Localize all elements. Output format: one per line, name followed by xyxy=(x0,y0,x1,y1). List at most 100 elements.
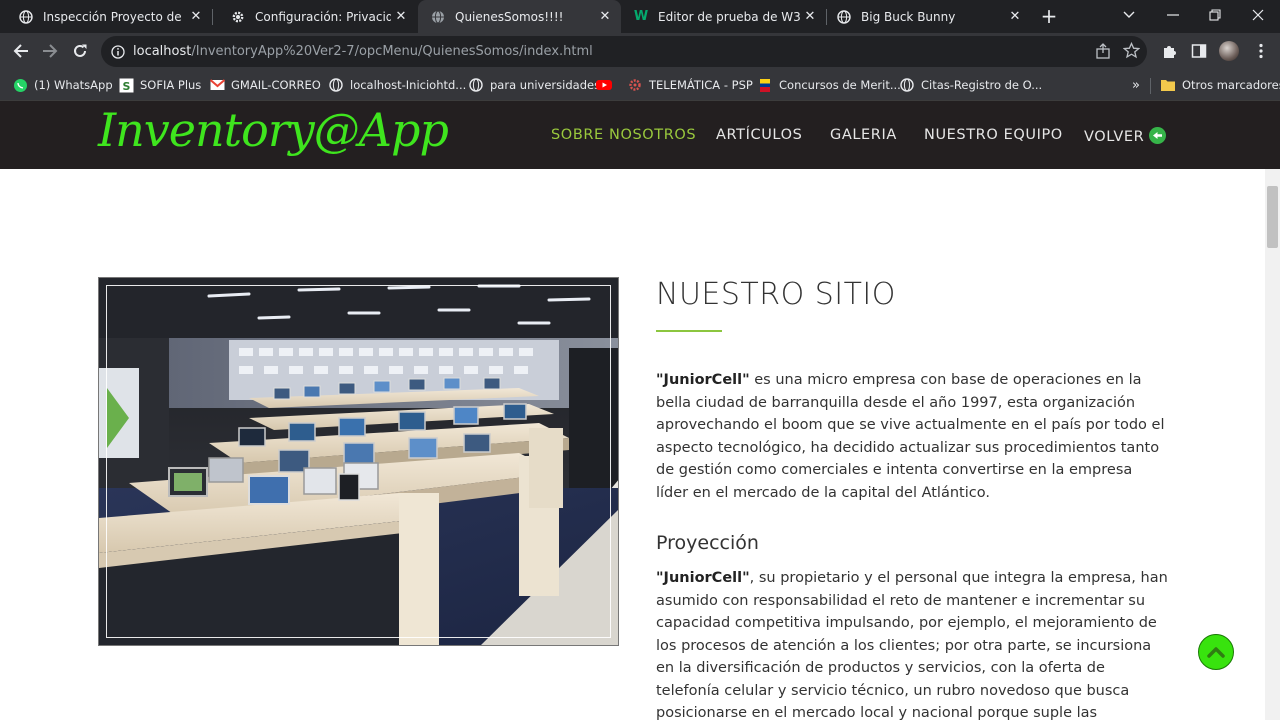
gmail-icon xyxy=(209,77,225,93)
avatar xyxy=(1219,41,1239,61)
tab-title: Editor de prueba de W3Scho xyxy=(658,9,800,24)
bookmarks-bar: (1) WhatsApp S SOFIA Plus GMAIL-CORREO l… xyxy=(0,70,1280,101)
gear-red-icon xyxy=(627,77,643,93)
info-icon[interactable] xyxy=(111,44,125,59)
globe-icon xyxy=(468,77,484,93)
bookmark-sofia[interactable]: S SOFIA Plus xyxy=(118,76,201,94)
bookmark-whatsapp[interactable]: (1) WhatsApp xyxy=(12,76,113,94)
new-tab-button[interactable]: + xyxy=(1038,6,1060,28)
back-button[interactable] xyxy=(8,38,34,64)
bookmark-label: (1) WhatsApp xyxy=(34,78,113,92)
profile-avatar[interactable] xyxy=(1216,38,1242,64)
tab-title: Configuración: Privacidad y s xyxy=(255,9,391,24)
nav-sobre-nosotros[interactable]: SOBRE NOSOTROS xyxy=(551,127,696,143)
minimize-icon xyxy=(1167,14,1179,16)
close-icon[interactable]: ✕ xyxy=(186,7,206,27)
svg-text:S: S xyxy=(122,80,130,93)
whatsapp-icon xyxy=(12,77,28,93)
subsection-title: Proyección xyxy=(656,532,759,554)
title-underline xyxy=(656,330,722,332)
star-icon[interactable] xyxy=(1123,42,1140,59)
globe-icon xyxy=(836,9,852,25)
tab-title: Big Buck Bunny xyxy=(861,9,956,24)
browser-toolbar: localhost/InventoryApp%20Ver2-7/opcMenu/… xyxy=(0,33,1280,70)
flag-icon xyxy=(757,77,773,93)
sofia-icon: S xyxy=(118,77,134,93)
tab-title: Inspección Proyecto de Form xyxy=(43,9,186,24)
section-title: NUESTRO SITIO xyxy=(656,277,896,312)
bookmark-otros-marcadores[interactable]: Otros marcadores xyxy=(1160,76,1280,94)
url-host: localhost xyxy=(133,44,192,59)
close-icon[interactable]: ✕ xyxy=(391,7,411,27)
bookmark-gmail[interactable]: GMAIL-CORREO xyxy=(209,76,321,94)
globe-icon xyxy=(430,9,446,25)
bookmark-localhost[interactable]: localhost-Iniciohtd... xyxy=(328,76,466,94)
tab-configuracion[interactable]: Configuración: Privacidad y s ✕ xyxy=(212,0,417,33)
tab-w3schools[interactable]: W Editor de prueba de W3Scho ✕ xyxy=(621,0,826,33)
bookmark-label: Citas-Registro de O... xyxy=(921,78,1043,92)
nav-volver[interactable]: VOLVER xyxy=(1084,127,1167,145)
restore-button[interactable] xyxy=(1193,0,1237,30)
tab-inspeccion[interactable]: Inspección Proyecto de Form ✕ xyxy=(0,0,212,33)
side-panel-button[interactable] xyxy=(1186,38,1212,64)
store-photo xyxy=(98,277,619,646)
close-icon xyxy=(1252,9,1264,21)
menu-button[interactable] xyxy=(1248,38,1274,64)
puzzle-icon xyxy=(1164,46,1176,58)
paragraph-intro-text: es una micro empresa con base de operaci… xyxy=(656,372,1165,501)
company-name-bold: "JuniorCell" xyxy=(656,570,750,586)
url-text: localhost/InventoryApp%20Ver2-7/opcMenu/… xyxy=(133,44,593,59)
chevron-up-icon xyxy=(1207,647,1225,658)
nav-volver-label: VOLVER xyxy=(1084,129,1145,145)
bookmark-label: GMAIL-CORREO xyxy=(231,78,321,92)
arrow-right-icon xyxy=(43,44,58,58)
page-scrollbar[interactable] xyxy=(1265,169,1280,720)
nav-galeria[interactable]: GALERIA xyxy=(830,127,897,143)
bookmark-telematica[interactable]: TELEMÁTICA - PSP xyxy=(627,76,753,94)
chevron-down-icon xyxy=(1123,11,1135,18)
share-icon[interactable] xyxy=(1095,43,1111,59)
bookmark-youtube[interactable] xyxy=(596,76,618,94)
side-panel-icon xyxy=(1191,44,1207,58)
nav-articulos[interactable]: ARTÍCULOS xyxy=(716,127,802,143)
bookmark-label: para universidades xyxy=(490,78,601,92)
more-vert-icon xyxy=(1259,43,1263,59)
close-icon[interactable]: ✕ xyxy=(800,7,820,27)
reload-button[interactable] xyxy=(67,38,93,64)
page-content: NUESTRO SITIO "JuniorCell" es una micro … xyxy=(0,169,1265,720)
tab-search-button[interactable] xyxy=(1107,0,1151,30)
bookmark-citas[interactable]: Citas-Registro de O... xyxy=(899,76,1042,94)
folder-icon xyxy=(1160,77,1176,93)
bookmark-label: TELEMÁTICA - PSP xyxy=(649,78,753,92)
tab-big-buck-bunny[interactable]: Big Buck Bunny ✕ xyxy=(826,0,1031,33)
globe-icon xyxy=(328,77,344,93)
back-arrow-icon xyxy=(1149,127,1167,144)
paragraph-intro: "JuniorCell" es una micro empresa con ba… xyxy=(656,369,1168,504)
forward-button[interactable] xyxy=(37,38,63,64)
tab-quienessomos[interactable]: QuienesSomos!!!! ✕ xyxy=(418,0,621,33)
arrow-left-icon xyxy=(13,44,28,58)
scroll-to-top-button[interactable] xyxy=(1198,634,1234,670)
minimize-button[interactable] xyxy=(1151,0,1195,30)
paragraph-proyeccion: "JuniorCell", su propietario y el person… xyxy=(656,567,1168,720)
close-icon[interactable]: ✕ xyxy=(595,7,615,27)
bookmark-concursos[interactable]: Concursos de Merit... xyxy=(757,76,901,94)
extensions-button[interactable] xyxy=(1156,38,1182,64)
close-icon[interactable]: ✕ xyxy=(1005,7,1025,27)
bookmark-universidades[interactable]: para universidades xyxy=(468,76,600,94)
bookmark-label: SOFIA Plus xyxy=(140,78,202,92)
paragraph-proyeccion-text: , su propietario y el personal que integ… xyxy=(656,570,1168,720)
scrollbar-thumb[interactable] xyxy=(1267,186,1278,248)
chevron-double-right-icon: » xyxy=(1132,77,1140,93)
bookmark-divider xyxy=(1150,78,1151,94)
w3schools-icon: W xyxy=(633,9,649,24)
url-path: /InventoryApp%20Ver2-7/opcMenu/QuienesSo… xyxy=(191,44,593,59)
youtube-icon xyxy=(596,77,612,93)
address-bar[interactable]: localhost/InventoryApp%20Ver2-7/opcMenu/… xyxy=(101,36,1147,67)
bookmarks-overflow-button[interactable]: » xyxy=(1132,76,1140,94)
globe-icon xyxy=(899,77,915,93)
site-logo[interactable]: Inventory@App xyxy=(98,103,449,157)
close-window-button[interactable] xyxy=(1236,0,1280,30)
tab-title: QuienesSomos!!!! xyxy=(455,9,564,24)
nav-nuestro-equipo[interactable]: NUESTRO EQUIPO xyxy=(924,127,1063,143)
